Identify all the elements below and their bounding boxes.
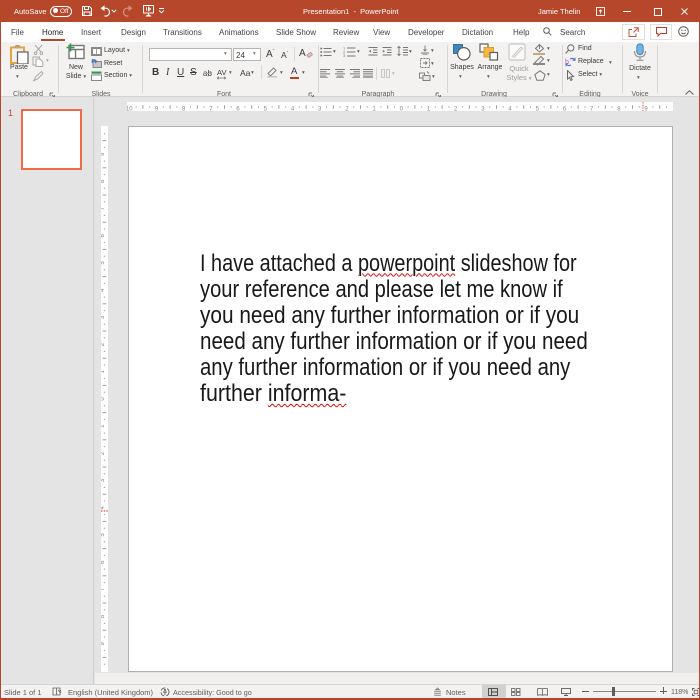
svg-text:10: 10 xyxy=(127,106,133,111)
